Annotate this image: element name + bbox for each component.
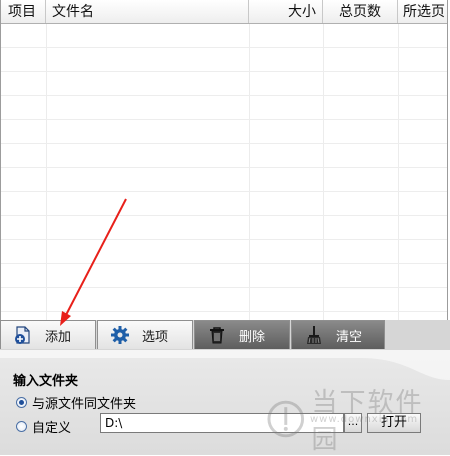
grid-row-line [1,239,447,240]
add-button[interactable]: 添加 [0,320,96,349]
radio-custom-folder-dot[interactable] [16,421,27,432]
input-folder-title: 输入文件夹 [13,374,79,389]
column-header-filename[interactable]: 文件名 [46,0,249,23]
watermark-url: www.downxia.com [310,414,419,425]
grid-row-line [1,119,447,120]
table-header: 项目 文件名 大小 总页数 所选页 [1,0,447,24]
clear-button[interactable]: 清空 [291,320,385,349]
grid-row-line [1,263,447,264]
grid-row-line [1,95,447,96]
grid-row-line [1,47,447,48]
column-header-selected-pages[interactable]: 所选页 [398,0,450,23]
clear-button-label: 清空 [336,329,363,345]
radio-same-folder-dot[interactable] [16,397,27,408]
broom-icon [307,326,321,344]
radio-custom-folder[interactable]: 自定义 [16,417,71,436]
action-tab-bar: 添加 选项 删除 清空 [0,320,450,350]
radio-same-folder-label: 与源文件同文件夹 [32,397,137,412]
grid-row-line [1,167,447,168]
options-button[interactable]: 选项 [97,320,193,349]
delete-button-label: 删除 [239,329,266,345]
grid-row-line [1,215,447,216]
grid-column-line [249,24,250,320]
file-list-table[interactable]: 项目 文件名 大小 总页数 所选页 [0,0,448,320]
grid-row-line [1,311,447,312]
grid-column-line [398,24,399,320]
grid-column-line [323,24,324,320]
radio-custom-folder-label: 自定义 [32,421,72,436]
grid-row-line [1,143,447,144]
add-button-label: 添加 [45,329,72,345]
delete-button[interactable]: 删除 [194,320,290,349]
column-header-size[interactable]: 大小 [249,0,323,23]
add-file-icon [15,326,30,344]
gear-icon [111,326,129,344]
grid-row-line [1,191,447,192]
radio-same-folder[interactable]: 与源文件同文件夹 [16,393,136,412]
watermark-logo-icon [267,400,305,438]
grid-row-line [1,71,447,72]
column-header-total-pages[interactable]: 总页数 [323,0,398,23]
watermark: 当下软件园 www.downxia.com [266,382,450,456]
grid-row-line [1,287,447,288]
trash-icon [210,327,224,344]
table-body[interactable] [1,24,447,320]
options-button-label: 选项 [142,329,169,345]
column-header-item[interactable]: 项目 [1,0,46,23]
grid-column-line [46,24,47,320]
